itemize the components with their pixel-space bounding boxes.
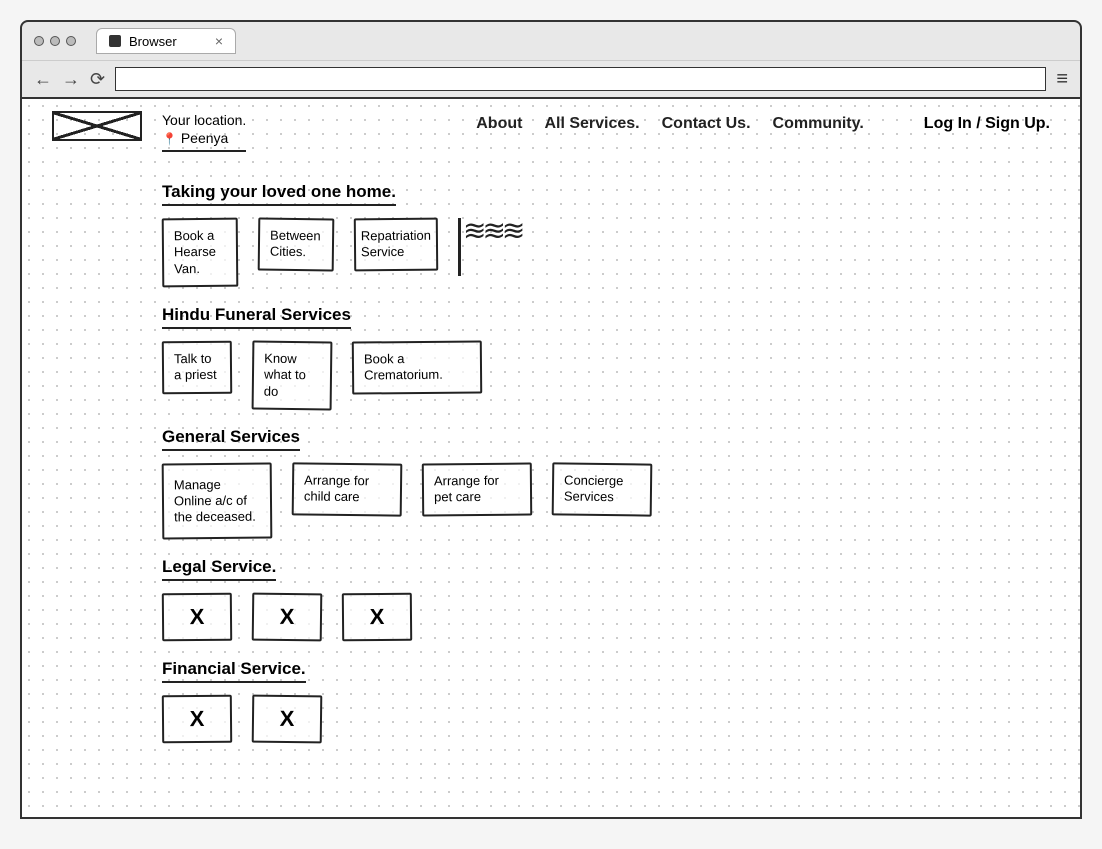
- tab-title: Browser: [129, 34, 177, 49]
- card-placeholder[interactable]: X: [252, 695, 323, 744]
- tab-favicon-icon: [109, 35, 121, 47]
- card-talk-priest[interactable]: Talk to a priest: [162, 340, 232, 393]
- section-title: Hindu Funeral Services: [162, 305, 351, 329]
- window-close-dot[interactable]: [34, 36, 44, 46]
- card-concierge[interactable]: Concierge Services: [552, 463, 653, 517]
- card-row: Manage Online a/c of the deceased. Arran…: [162, 463, 1050, 539]
- card-manage-accounts[interactable]: Manage Online a/c of the deceased.: [162, 463, 273, 540]
- section-title: General Services: [162, 427, 300, 451]
- section-general: General Services Manage Online a/c of th…: [162, 427, 1050, 539]
- window-min-dot[interactable]: [50, 36, 60, 46]
- menu-icon[interactable]: ≡: [1056, 68, 1068, 91]
- card-row: Talk to a priest Know what to do Book a …: [162, 341, 1050, 410]
- nav-all-services[interactable]: All Services.: [544, 115, 639, 133]
- window-controls: [34, 36, 76, 46]
- window-max-dot[interactable]: [66, 36, 76, 46]
- section-title: Taking your loved one home.: [162, 182, 396, 206]
- nav-community[interactable]: Community.: [773, 115, 864, 133]
- tab-bar: Browser ×: [22, 22, 1080, 61]
- location-selector[interactable]: Your location. 📍 Peenya: [162, 111, 246, 152]
- nav-about[interactable]: About: [476, 115, 522, 133]
- section-title: Financial Service.: [162, 659, 306, 683]
- location-value: Peenya: [181, 130, 228, 146]
- card-book-crematorium[interactable]: Book a Crematorium.: [352, 340, 482, 394]
- section-legal: Legal Service. X X X: [162, 557, 1050, 641]
- page-content: Your location. 📍 Peenya About All Servic…: [20, 99, 1082, 819]
- card-row: Book a Hearse Van. Between Cities. Repat…: [162, 218, 1050, 287]
- card-book-hearse[interactable]: Book a Hearse Van.: [162, 217, 239, 286]
- url-input[interactable]: [115, 67, 1046, 91]
- section-hindu-funeral: Hindu Funeral Services Talk to a priest …: [162, 305, 1050, 410]
- section-financial: Financial Service. X X: [162, 659, 1050, 743]
- card-between-cities[interactable]: Between Cities.: [258, 217, 335, 270]
- card-child-care[interactable]: Arrange for child care: [292, 463, 403, 517]
- tab-close-icon[interactable]: ×: [215, 33, 223, 49]
- login-signup-link[interactable]: Log In / Sign Up.: [924, 111, 1050, 133]
- card-row: X X: [162, 695, 1050, 743]
- card-know-what[interactable]: Know what to do: [252, 340, 333, 410]
- card-placeholder[interactable]: X: [162, 695, 232, 744]
- card-pet-care[interactable]: Arrange for pet care: [422, 463, 532, 516]
- browser-tab[interactable]: Browser ×: [96, 28, 236, 54]
- browser-window: Browser × ← → ⟳ ≡: [20, 20, 1082, 99]
- card-repatriation[interactable]: Repatriation Service: [354, 217, 438, 270]
- section-title: Legal Service.: [162, 557, 276, 581]
- logo-placeholder[interactable]: [52, 111, 142, 141]
- address-bar: ← → ⟳ ≡: [22, 61, 1080, 97]
- sketch-placeholder-icon: [458, 218, 530, 276]
- location-label: Your location.: [162, 111, 246, 129]
- main-nav: About All Services. Contact Us. Communit…: [476, 111, 864, 133]
- card-placeholder[interactable]: X: [342, 593, 412, 642]
- forward-icon[interactable]: →: [62, 69, 80, 90]
- location-pin-icon: 📍: [162, 132, 177, 146]
- reload-icon[interactable]: ⟳: [90, 69, 105, 90]
- site-header: Your location. 📍 Peenya About All Servic…: [52, 111, 1050, 152]
- nav-contact[interactable]: Contact Us.: [662, 115, 751, 133]
- card-placeholder[interactable]: X: [252, 593, 323, 642]
- back-icon[interactable]: ←: [34, 69, 52, 90]
- card-row: X X X: [162, 593, 1050, 641]
- section-transport: Taking your loved one home. Book a Hears…: [162, 182, 1050, 287]
- card-placeholder[interactable]: X: [162, 593, 232, 642]
